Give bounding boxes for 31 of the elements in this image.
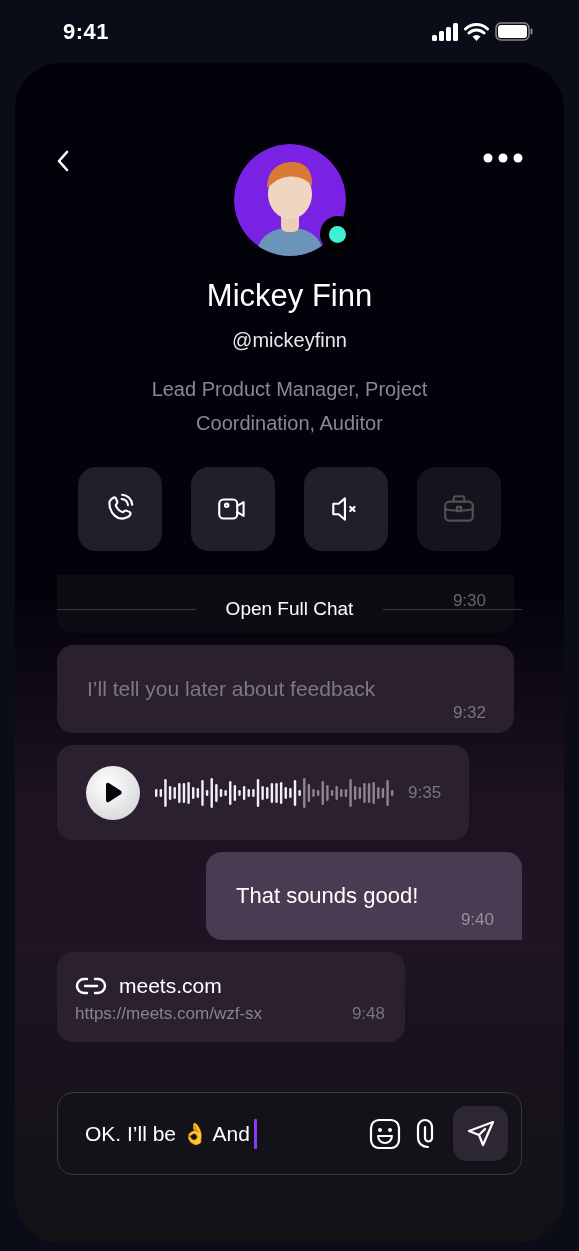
message-time: 9:40: [460, 910, 494, 930]
send-button[interactable]: [453, 1106, 508, 1161]
back-icon[interactable]: [55, 149, 71, 173]
play-button[interactable]: [86, 765, 140, 820]
link-icon: [75, 976, 107, 996]
message-time: 9:32: [452, 703, 486, 723]
username: @mickeyfinn: [232, 328, 347, 352]
send-icon: [465, 1118, 496, 1149]
video-call-button[interactable]: [191, 467, 275, 551]
text-cursor: [253, 1118, 257, 1149]
message-text: That sounds good!: [236, 882, 420, 910]
job-title: Lead Product Manager, Project Coordination, Auditor: [150, 377, 429, 436]
signal-icon: [432, 22, 458, 41]
link-title: meets.com: [119, 974, 222, 998]
message-text: OK. I’ll be 👌 And: [85, 1121, 250, 1146]
mute-button[interactable]: [304, 467, 388, 551]
clock-time: 9:41: [63, 18, 110, 45]
play-icon: [103, 781, 123, 804]
message-time: 9:35: [408, 782, 442, 803]
input-field[interactable]: OK. I’ll be 👌 And: [57, 1092, 522, 1175]
message-text: I’ll tell you later about feedback: [87, 676, 377, 702]
open-full-chat-link[interactable]: Open Full Chat: [225, 598, 354, 620]
smiley-icon[interactable]: [369, 1117, 401, 1150]
battery-icon: [495, 22, 533, 41]
link-url[interactable]: https://meets.com/wzf-sx: [75, 1004, 263, 1024]
contact-name: Mickey Finn: [206, 278, 373, 314]
wifi-icon: [464, 22, 489, 41]
call-button[interactable]: [78, 467, 162, 551]
message-time: 9:30: [452, 591, 486, 611]
message-time: 9:48: [351, 1004, 385, 1024]
more-icon[interactable]: [483, 153, 523, 163]
